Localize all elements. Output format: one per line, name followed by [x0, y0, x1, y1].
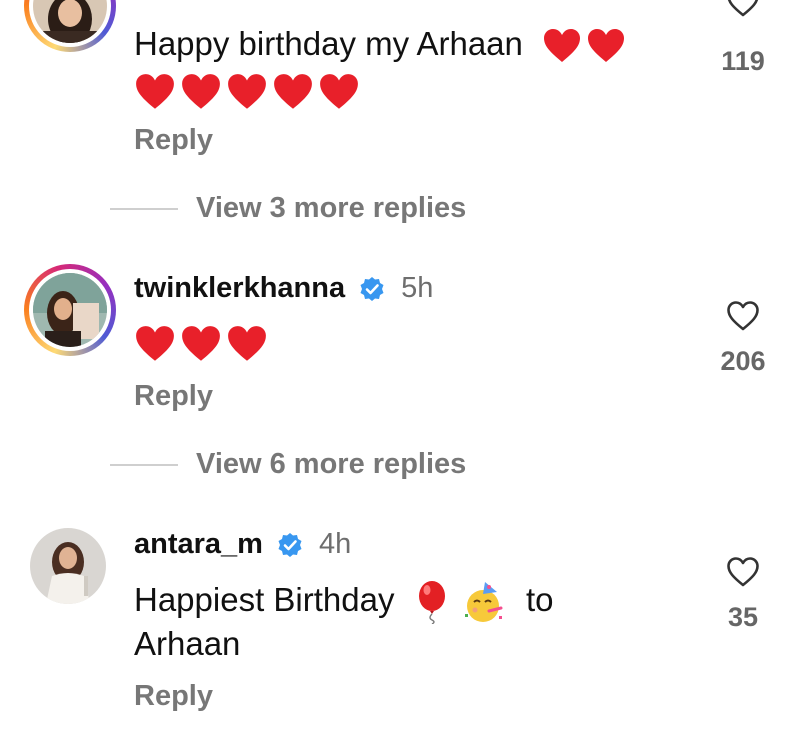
like-column: 206: [710, 300, 776, 377]
red-heart-emoji: [320, 74, 358, 110]
red-heart-emoji-group: [542, 28, 626, 64]
comment-header: twinklerkhanna 5h: [134, 272, 433, 305]
like-column: 35: [710, 556, 776, 633]
red-heart-emoji: [588, 29, 625, 63]
reply-button[interactable]: Reply: [134, 380, 213, 413]
thread-divider-line: [110, 207, 178, 210]
balloon-emoji: [418, 581, 445, 625]
username[interactable]: antara_m: [134, 528, 263, 561]
red-heart-emoji: [136, 74, 174, 110]
heart-outline-icon[interactable]: [726, 0, 760, 18]
red-heart-emoji: [228, 74, 266, 110]
red-heart-emoji: [136, 326, 174, 362]
view-replies-label: View 3 more replies: [196, 192, 467, 224]
verified-badge-icon: [278, 532, 302, 557]
red-heart-emoji: [182, 326, 220, 362]
comment-text-line2: Arhaan: [134, 622, 240, 666]
red-heart-emoji-group: [134, 325, 268, 363]
heart-outline-icon[interactable]: [726, 556, 760, 588]
avatar[interactable]: [30, 528, 106, 604]
avatar-story-ring[interactable]: [24, 0, 116, 52]
view-more-replies[interactable]: View 3 more replies: [110, 192, 466, 225]
comment-text: [134, 320, 268, 364]
comment-text-line2: [134, 68, 360, 112]
avatar-story-ring[interactable]: [24, 264, 116, 356]
like-count: 206: [720, 346, 766, 376]
comments-screen: Happy birthday my Arhaan 119 Reply View …: [0, 0, 800, 735]
comment-text: Happiest Birthday to: [134, 578, 554, 625]
partying-face-emoji: [464, 582, 503, 623]
timestamp: 5h: [401, 272, 434, 304]
heart-outline-icon[interactable]: [726, 300, 760, 332]
comment-text-content: Arhaan: [134, 625, 241, 662]
comment-text-to: to: [526, 581, 554, 618]
comment-text-content: Happiest Birthday: [134, 581, 395, 618]
view-replies-label: View 6 more replies: [196, 448, 467, 480]
timestamp: 4h: [318, 528, 352, 560]
comment-header: antara_m 4h: [134, 528, 351, 561]
verified-badge-icon: [360, 276, 384, 301]
like-count: 119: [721, 46, 765, 76]
red-heart-emoji-group: [134, 73, 360, 111]
red-heart-emoji: [274, 74, 312, 110]
red-heart-emoji: [544, 29, 581, 63]
like-count: 35: [727, 602, 759, 632]
reply-button[interactable]: Reply: [134, 680, 213, 713]
view-more-replies[interactable]: View 6 more replies: [110, 448, 466, 481]
comment-text-content: Happy birthday my Arhaan: [134, 25, 523, 62]
red-heart-emoji: [182, 74, 220, 110]
avatar: [33, 273, 107, 347]
red-heart-emoji: [228, 326, 266, 362]
thread-divider-line: [110, 463, 178, 466]
username[interactable]: twinklerkhanna: [134, 272, 345, 305]
avatar: [33, 0, 107, 43]
like-column: 119: [710, 0, 776, 77]
comment-text: Happy birthday my Arhaan: [134, 22, 626, 66]
reply-button[interactable]: Reply: [134, 124, 213, 157]
